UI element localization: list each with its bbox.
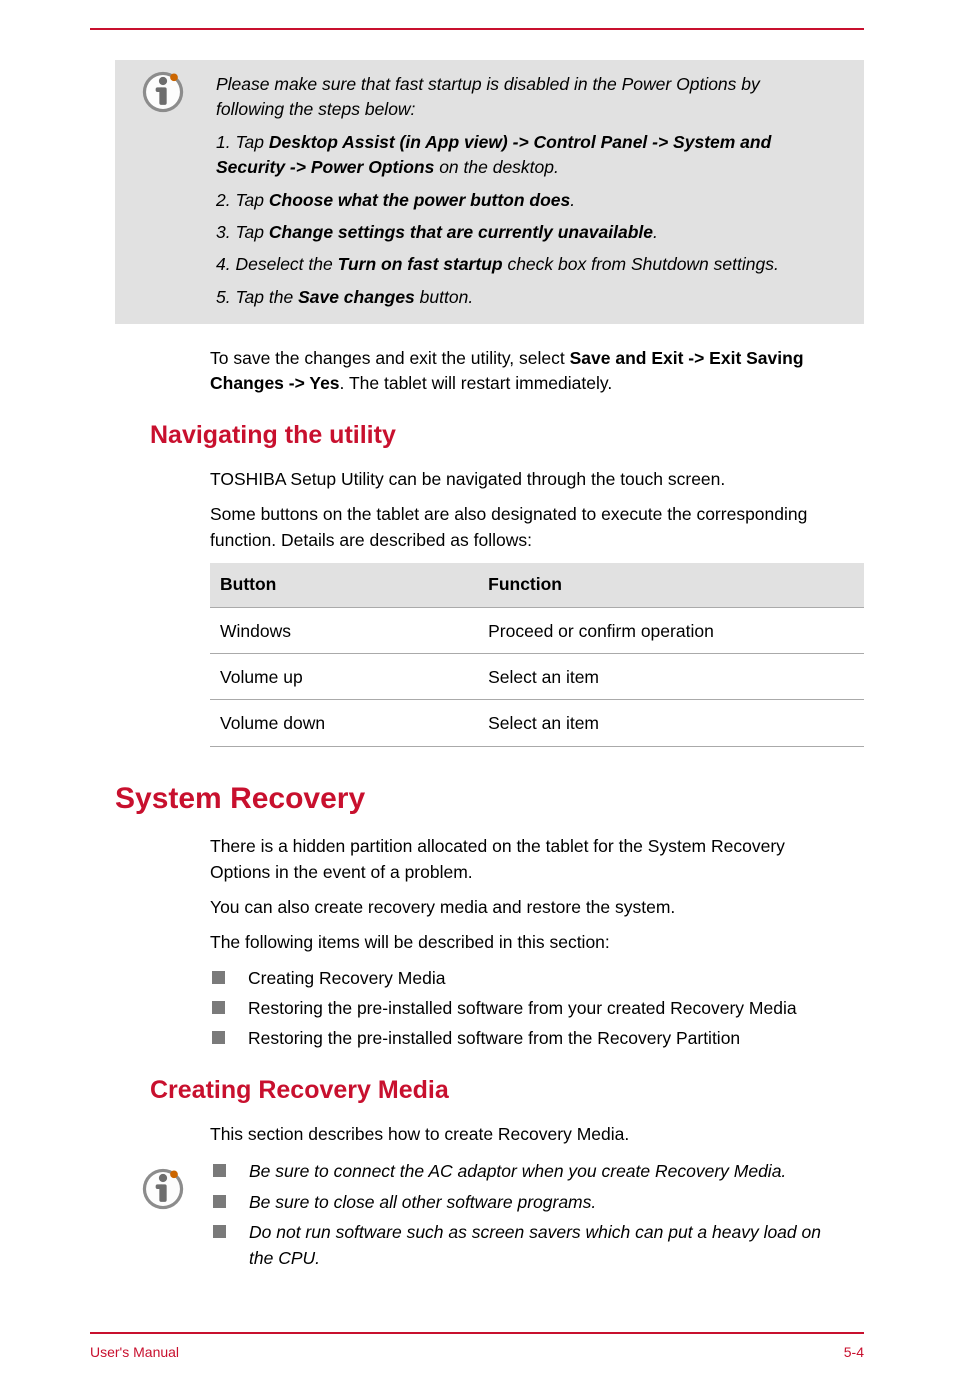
list-item: Do not run software such as screen saver… bbox=[211, 1220, 834, 1271]
list-item: Restoring the pre-installed software fro… bbox=[210, 1026, 834, 1051]
note-intro: Please make sure that fast startup is di… bbox=[216, 72, 829, 123]
note-step-4: 4. Deselect the Turn on fast startup che… bbox=[216, 252, 829, 277]
note-step-3: 3. Tap Change settings that are currentl… bbox=[216, 220, 829, 245]
list-item: Restoring the pre-installed software fro… bbox=[210, 996, 834, 1021]
table-row: Volume up Select an item bbox=[210, 653, 864, 699]
note-content: Please make sure that fast startup is di… bbox=[211, 60, 834, 324]
table-row: Volume down Select an item bbox=[210, 700, 864, 746]
creating-p1: This section describes how to create Rec… bbox=[210, 1122, 834, 1147]
info-icon bbox=[115, 1157, 211, 1276]
button-function-table: Button Function Windows Proceed or confi… bbox=[210, 563, 864, 747]
recovery-p1: There is a hidden partition allocated on… bbox=[210, 834, 834, 885]
list-item: Creating Recovery Media bbox=[210, 966, 834, 991]
table-row: Windows Proceed or confirm operation bbox=[210, 607, 864, 653]
list-item: Be sure to close all other software prog… bbox=[211, 1190, 834, 1215]
info-icon bbox=[115, 60, 211, 324]
creating-body: This section describes how to create Rec… bbox=[210, 1122, 834, 1147]
note-step-1: 1. Tap Desktop Assist (in App view) -> C… bbox=[216, 130, 829, 181]
note-step-5: 5. Tap the Save changes button. bbox=[216, 285, 829, 310]
recovery-body: There is a hidden partition allocated on… bbox=[210, 834, 834, 956]
heading-creating-recovery: Creating Recovery Media bbox=[150, 1072, 864, 1108]
recovery-p3: The following items will be described in… bbox=[210, 930, 834, 955]
heading-system-recovery: System Recovery bbox=[115, 777, 864, 821]
note-box-recovery-tips: Be sure to connect the AC adaptor when y… bbox=[115, 1157, 864, 1276]
note-box-power-options: Please make sure that fast startup is di… bbox=[115, 60, 864, 324]
recovery-p2: You can also create recovery media and r… bbox=[210, 895, 834, 920]
heading-navigating: Navigating the utility bbox=[150, 417, 864, 453]
table-header-function: Function bbox=[478, 563, 864, 607]
top-divider bbox=[90, 28, 864, 30]
nav-p2: Some buttons on the tablet are also desi… bbox=[210, 502, 834, 553]
page-footer: User's Manual 5-4 bbox=[90, 1332, 864, 1362]
save-exit-paragraph: To save the changes and exit the utility… bbox=[210, 346, 834, 397]
note2-list: Be sure to connect the AC adaptor when y… bbox=[211, 1157, 834, 1276]
list-item: Be sure to connect the AC adaptor when y… bbox=[211, 1159, 834, 1184]
nav-body: TOSHIBA Setup Utility can be navigated t… bbox=[210, 467, 834, 553]
table-header-button: Button bbox=[210, 563, 478, 607]
note-step-2: 2. Tap Choose what the power button does… bbox=[216, 188, 829, 213]
recovery-list: Creating Recovery Media Restoring the pr… bbox=[210, 966, 834, 1052]
nav-p1: TOSHIBA Setup Utility can be navigated t… bbox=[210, 467, 834, 492]
